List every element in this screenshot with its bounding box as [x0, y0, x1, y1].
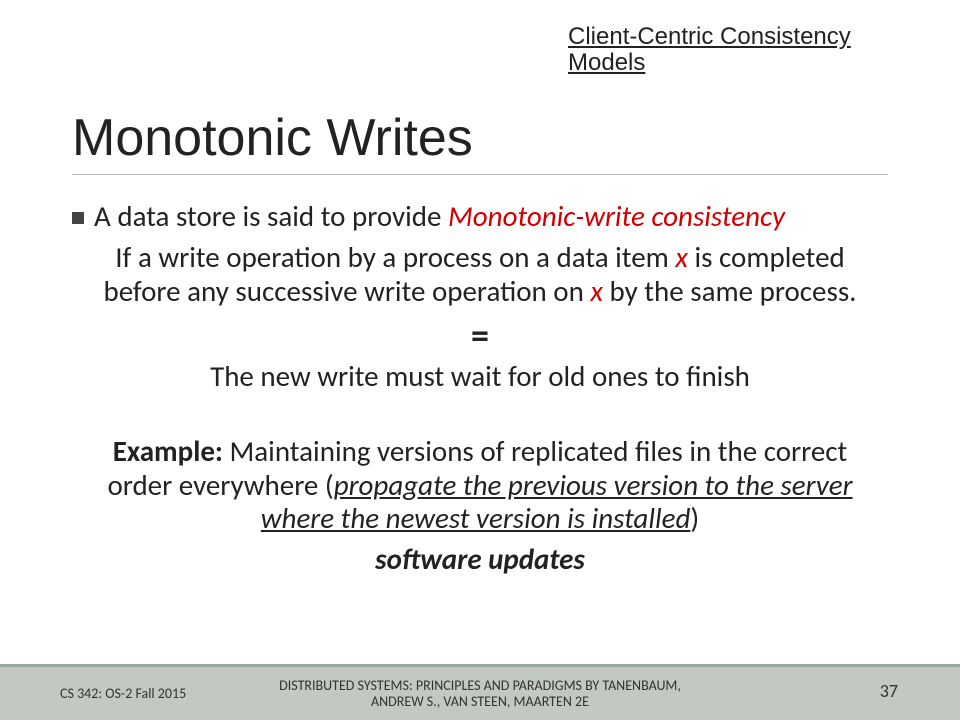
definition-text: If a write operation by a process on a d…	[72, 241, 888, 308]
def-part1: If a write operation by a process on a d…	[115, 239, 675, 275]
example-label: Example:	[113, 433, 223, 469]
lead-term: Monotonic-write consistency	[448, 198, 785, 234]
footer-page-number: 37	[880, 680, 898, 702]
def-part3: by the same process.	[603, 273, 857, 309]
example-text: Example: Maintaining versions of replica…	[72, 435, 888, 535]
software-updates: software updates	[72, 541, 888, 577]
def-x1: x	[675, 239, 688, 275]
bullet-lead: A data store is said to provide Monotoni…	[72, 200, 888, 233]
footer-center-line1: DISTRIBUTED SYSTEMS: PRINCIPLES AND PARA…	[279, 677, 681, 694]
footer-bar: CS 342: OS-2 Fall 2015 DISTRIBUTED SYSTE…	[0, 664, 960, 720]
footer-center: DISTRIBUTED SYSTEMS: PRINCIPLES AND PARA…	[0, 678, 960, 710]
plain-statement: The new write must wait for old ones to …	[72, 360, 888, 393]
lead-text: A data store is said to provide Monotoni…	[94, 200, 785, 233]
example-part2: )	[690, 500, 699, 536]
slide-title: Monotonic Writes	[72, 108, 888, 175]
def-x2: x	[590, 273, 603, 309]
equals-sign: =	[72, 314, 888, 358]
bullet-marker-icon	[72, 212, 84, 224]
lead-prefix: A data store is said to provide	[94, 198, 448, 234]
footer-center-line2: ANDREW S., VAN STEEN, MAARTEN 2E	[371, 693, 589, 710]
slide: Client-Centric Consistency Models Monoto…	[0, 0, 960, 720]
topic-label: Client-Centric Consistency Models	[568, 24, 898, 77]
example-underline: propagate the previous version to the se…	[261, 467, 853, 536]
slide-body: A data store is said to provide Monotoni…	[72, 200, 888, 577]
